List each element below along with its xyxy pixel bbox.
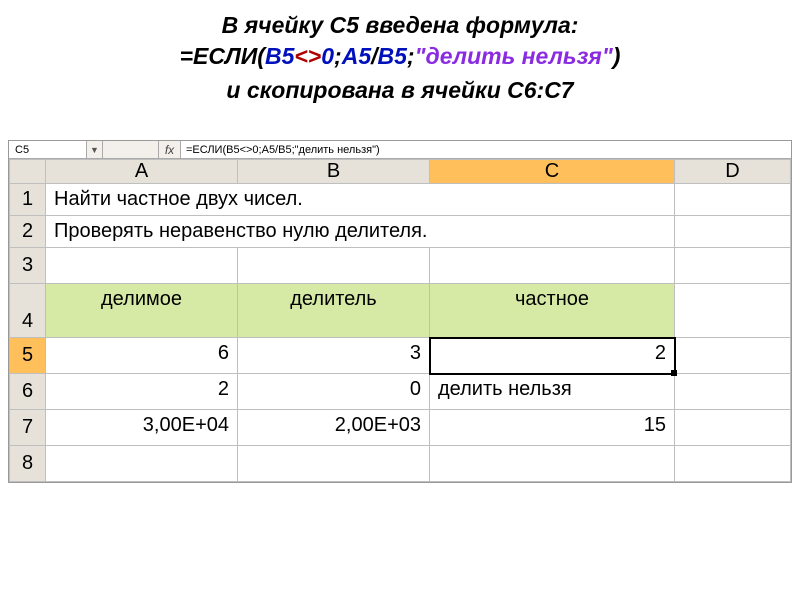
cell-D5[interactable]: [675, 338, 791, 374]
cell-B4-text: делитель: [238, 284, 429, 337]
slide-formula: =ЕСЛИ(В5<>0;А5/В5;"делить нельзя"): [20, 41, 780, 72]
cell-D6[interactable]: [675, 374, 791, 410]
row-5: 5 6 3 2: [10, 338, 791, 374]
formula-sep2: ;: [407, 43, 415, 69]
col-header-B[interactable]: B: [238, 160, 430, 184]
cell-B6[interactable]: 0: [238, 374, 430, 410]
cell-C8[interactable]: [430, 446, 675, 482]
formula-ref3: В5: [378, 43, 407, 69]
cell-A6-text: 2: [46, 374, 237, 409]
formula-ne: <>: [294, 43, 321, 69]
col-header-D[interactable]: D: [675, 160, 791, 184]
cell-D8[interactable]: [675, 446, 791, 482]
cell-B8[interactable]: [238, 446, 430, 482]
row-header-6[interactable]: 6: [10, 374, 46, 410]
cell-B5[interactable]: 3: [238, 338, 430, 374]
formula-ref1: В5: [265, 43, 294, 69]
row-6: 6 2 0 делить нельзя: [10, 374, 791, 410]
slide-subtitle: и скопирована в ячейки С6:С7: [20, 74, 780, 106]
select-all[interactable]: [10, 160, 46, 184]
row-header-4[interactable]: 4: [10, 284, 46, 338]
row-header-1[interactable]: 1: [10, 184, 46, 216]
cell-A4-text: делимое: [46, 284, 237, 337]
cell-C7-text: 15: [430, 410, 674, 445]
name-box[interactable]: C5: [9, 141, 87, 158]
cell-B5-text: 3: [238, 338, 429, 373]
row-3: 3: [10, 248, 791, 284]
row-2: 2 Проверять неравенство нулю делителя.: [10, 216, 791, 248]
col-header-A[interactable]: A: [46, 160, 238, 184]
row-4: 4 делимое делитель частное: [10, 284, 791, 338]
cell-D1[interactable]: [675, 184, 791, 216]
row-8: 8: [10, 446, 791, 482]
formula-input[interactable]: =ЕСЛИ(B5<>0;A5/B5;"делить нельзя"): [181, 141, 791, 158]
cell-C4[interactable]: частное: [430, 284, 675, 338]
formula-paren-l: (: [257, 43, 265, 69]
cell-A2-text: Проверять неравенство нулю делителя.: [46, 216, 674, 247]
formula-bar-spacer: [103, 141, 159, 158]
cell-A6[interactable]: 2: [46, 374, 238, 410]
formula-func: ЕСЛИ: [193, 43, 257, 69]
cell-D7[interactable]: [675, 410, 791, 446]
cell-A4[interactable]: делимое: [46, 284, 238, 338]
cell-C4-text: частное: [430, 284, 674, 337]
cell-A5[interactable]: 6: [46, 338, 238, 374]
cell-D4[interactable]: [675, 284, 791, 338]
cell-B7-text: 2,00E+03: [238, 410, 429, 445]
grid: A B C D 1 Найти частное двух чисел. 2 Пр…: [9, 159, 791, 482]
row-1: 1 Найти частное двух чисел.: [10, 184, 791, 216]
cell-A2[interactable]: Проверять неравенство нулю делителя.: [46, 216, 675, 248]
cell-C5-text: 2: [430, 338, 674, 373]
cell-D3[interactable]: [675, 248, 791, 284]
cell-B4[interactable]: делитель: [238, 284, 430, 338]
row-header-8[interactable]: 8: [10, 446, 46, 482]
cell-A7[interactable]: 3,00E+04: [46, 410, 238, 446]
formula-eq: =: [180, 43, 193, 69]
cell-A3[interactable]: [46, 248, 238, 284]
cell-A7-text: 3,00E+04: [46, 410, 237, 445]
fx-button[interactable]: fx: [159, 141, 181, 158]
spreadsheet: C5 ▼ fx =ЕСЛИ(B5<>0;A5/B5;"делить нельзя…: [8, 140, 792, 483]
cell-A1[interactable]: Найти частное двух чисел.: [46, 184, 675, 216]
formula-bar: C5 ▼ fx =ЕСЛИ(B5<>0;A5/B5;"делить нельзя…: [9, 141, 791, 159]
cell-B3[interactable]: [238, 248, 430, 284]
formula-sep1: ;: [334, 43, 342, 69]
column-headers: A B C D: [10, 160, 791, 184]
cell-A5-text: 6: [46, 338, 237, 373]
cell-C3[interactable]: [430, 248, 675, 284]
col-header-C[interactable]: C: [430, 160, 675, 184]
formula-zero: 0: [321, 43, 334, 69]
row-header-3[interactable]: 3: [10, 248, 46, 284]
cell-D2[interactable]: [675, 216, 791, 248]
cell-A8[interactable]: [46, 446, 238, 482]
row-header-2[interactable]: 2: [10, 216, 46, 248]
row-header-5[interactable]: 5: [10, 338, 46, 374]
formula-paren-r: ): [613, 43, 621, 69]
cell-C6[interactable]: делить нельзя: [430, 374, 675, 410]
formula-ref2: А5: [342, 43, 371, 69]
cell-B6-text: 0: [238, 374, 429, 409]
cell-B7[interactable]: 2,00E+03: [238, 410, 430, 446]
row-header-7[interactable]: 7: [10, 410, 46, 446]
name-box-dropdown-icon[interactable]: ▼: [87, 141, 103, 158]
cell-A1-text: Найти частное двух чисел.: [46, 184, 674, 215]
cell-C7[interactable]: 15: [430, 410, 675, 446]
slide-title: В ячейку С5 введена формула:: [20, 10, 780, 41]
row-7: 7 3,00E+04 2,00E+03 15: [10, 410, 791, 446]
formula-string: "делить нельзя": [415, 43, 613, 69]
cell-C6-text: делить нельзя: [430, 374, 674, 409]
cell-C5[interactable]: 2: [430, 338, 675, 374]
